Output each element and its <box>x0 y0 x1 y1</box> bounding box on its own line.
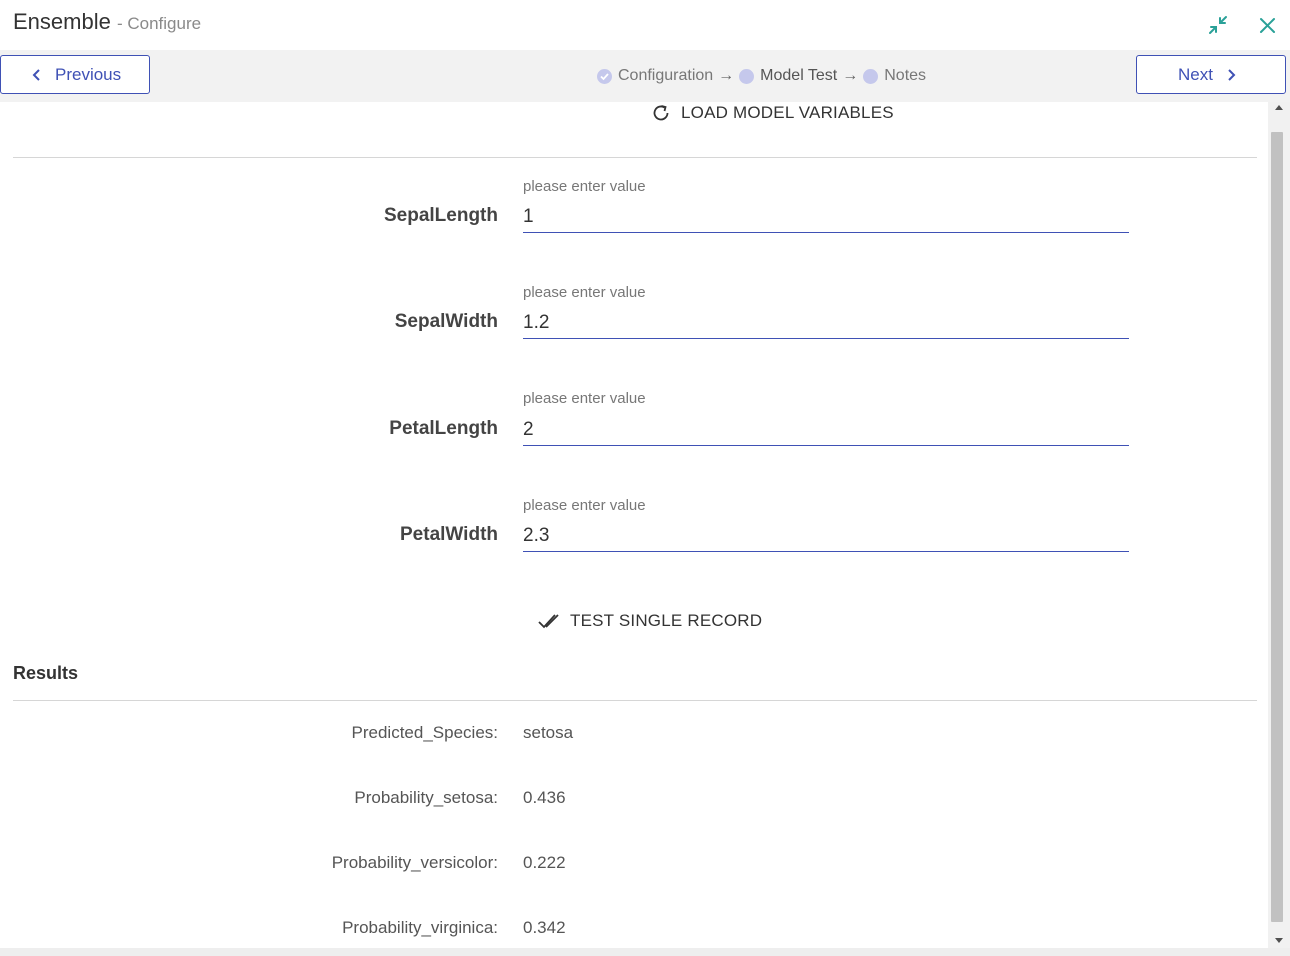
next-label: Next <box>1178 64 1213 84</box>
sepal-length-input[interactable] <box>523 201 1129 233</box>
vertical-scrollbar[interactable] <box>1268 102 1290 948</box>
result-key: Probability_virginica: <box>342 918 498 937</box>
previous-label: Previous <box>55 64 122 84</box>
app-name: Ensemble <box>13 9 111 34</box>
previous-button[interactable]: Previous <box>0 55 150 94</box>
step-label: Configuration <box>618 67 714 84</box>
petal-width-input[interactable] <box>523 520 1129 552</box>
step-label: Model Test <box>760 67 838 84</box>
step-notes[interactable]: Notes <box>863 67 926 85</box>
field-label-sepal-length: SepalLength <box>383 205 498 226</box>
model-test-panel: LOAD MODEL VARIABLES SepalLength please … <box>0 102 1268 948</box>
divider <box>13 157 1257 158</box>
step-dot-icon <box>863 68 879 84</box>
result-value: 0.342 <box>523 918 566 937</box>
field-label-petal-length: PetalLength <box>389 418 498 439</box>
step-label: Notes <box>884 67 927 84</box>
next-button[interactable]: Next <box>1136 55 1286 94</box>
test-single-record-button[interactable]: TEST SINGLE RECORD <box>538 611 762 631</box>
field-label-sepal-width: SepalWidth <box>394 311 498 332</box>
field-hint: please enter value <box>523 497 646 514</box>
divider <box>13 700 1257 701</box>
test-label: TEST SINGLE RECORD <box>570 611 763 630</box>
scroll-up-arrow-icon[interactable] <box>1275 105 1283 110</box>
window-subtitle: - Configure <box>116 14 202 33</box>
step-dot-icon <box>739 68 755 84</box>
load-label: LOAD MODEL VARIABLES <box>681 103 894 122</box>
step-arrow: → <box>842 67 859 84</box>
close-icon[interactable] <box>1257 14 1279 36</box>
scroll-down-arrow-icon[interactable] <box>1275 938 1283 943</box>
sepal-width-input[interactable] <box>523 307 1129 339</box>
window-title: Ensemble - Configure <box>13 9 201 35</box>
collapse-arrows-icon[interactable] <box>1207 14 1229 36</box>
step-configuration[interactable]: Configuration <box>597 67 713 85</box>
check-circle-icon <box>597 68 612 84</box>
step-arrow: → <box>718 67 735 84</box>
field-label-petal-width: PetalWidth <box>400 524 498 545</box>
field-hint: please enter value <box>523 178 646 195</box>
results-heading: Results <box>13 663 79 683</box>
chevron-right-icon <box>1227 68 1237 82</box>
step-model-test[interactable]: Model Test <box>739 67 837 85</box>
scrollbar-thumb[interactable] <box>1271 132 1283 922</box>
wizard-nav-bar: Previous Configuration → Model Test → No… <box>0 50 1290 102</box>
bottom-edge <box>0 948 1290 956</box>
result-value: 0.436 <box>523 788 566 807</box>
result-key: Predicted_Species: <box>351 723 498 742</box>
wizard-steps: Configuration → Model Test → Notes <box>597 67 926 85</box>
result-key: Probability_setosa: <box>354 788 498 807</box>
double-check-icon <box>538 611 570 631</box>
result-key: Probability_versicolor: <box>331 853 498 872</box>
field-hint: please enter value <box>523 284 646 301</box>
title-bar: Ensemble - Configure <box>0 0 1290 50</box>
load-model-variables-button[interactable]: LOAD MODEL VARIABLES <box>651 103 894 123</box>
petal-length-input[interactable] <box>523 414 1129 446</box>
field-hint: please enter value <box>523 390 646 407</box>
result-value: 0.222 <box>523 853 566 872</box>
chevron-left-icon <box>31 68 41 82</box>
refresh-icon <box>651 103 681 123</box>
result-value: setosa <box>523 723 574 742</box>
